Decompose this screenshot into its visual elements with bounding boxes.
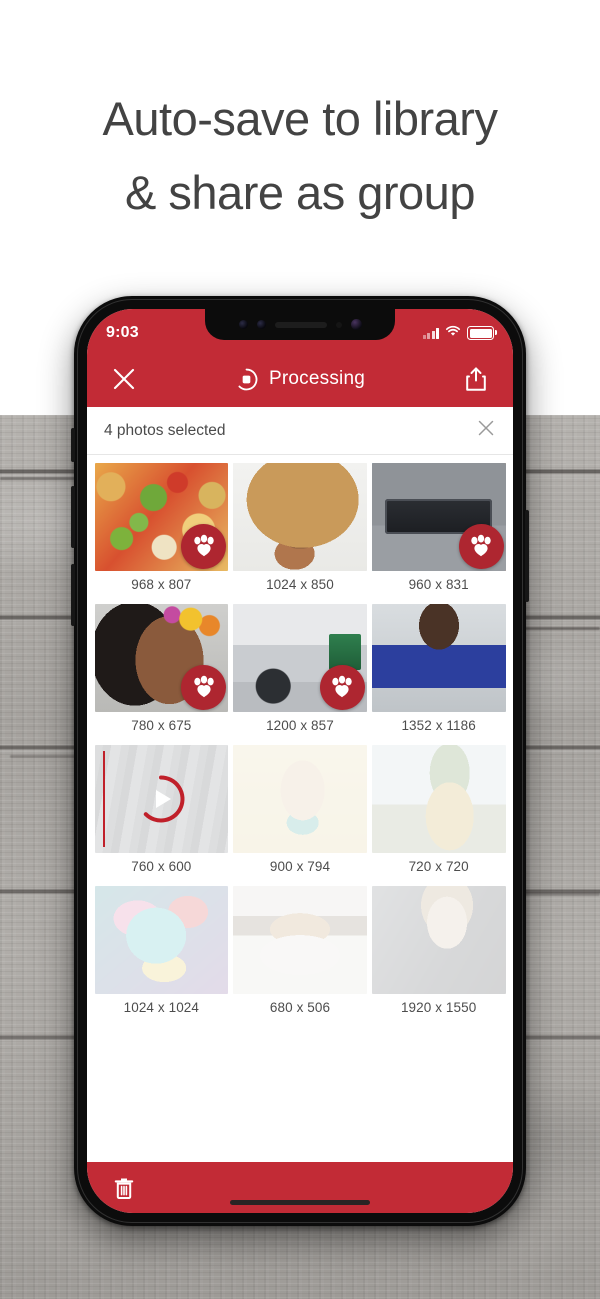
- play-icon: [144, 775, 185, 822]
- signal-bars-icon: [422, 327, 439, 339]
- play-button[interactable]: [135, 773, 187, 825]
- photo-cell[interactable]: 720 x 720: [369, 742, 508, 883]
- photo-dimensions-label: 1352 x 1186: [401, 717, 476, 733]
- photo-cell[interactable]: 1920 x 1550: [369, 883, 508, 1024]
- power-button[interactable]: [525, 510, 529, 602]
- photo-dimensions-label: 680 x 506: [269, 999, 331, 1015]
- photo-cell[interactable]: 760 x 600: [92, 742, 231, 883]
- share-button[interactable]: [439, 366, 513, 392]
- photo-thumbnail[interactable]: [94, 885, 229, 994]
- photo-thumbnail[interactable]: [233, 885, 367, 994]
- volume-up-button[interactable]: [71, 486, 75, 548]
- selection-bar: 4 photos selected: [87, 407, 513, 455]
- photo-image: [233, 462, 367, 571]
- processing-status: Processing: [161, 368, 439, 391]
- status-bar-time: 9:03: [106, 324, 139, 341]
- paw-badge: [181, 523, 227, 569]
- photo-thumbnail[interactable]: [94, 603, 229, 712]
- photo-cell[interactable]: 1024 x 1024: [92, 883, 231, 1024]
- volume-down-button[interactable]: [71, 564, 75, 626]
- app-title: Processing: [269, 368, 365, 389]
- photo-cell[interactable]: 968 x 807: [92, 460, 231, 601]
- photo-thumbnail[interactable]: [233, 462, 367, 571]
- phone-notch: [205, 309, 395, 340]
- photo-thumbnail[interactable]: [371, 885, 506, 994]
- photo-image: [371, 885, 506, 994]
- photo-cell[interactable]: 780 x 675: [92, 601, 231, 742]
- proximity-sensor-icon: [238, 320, 248, 329]
- close-button[interactable]: [87, 366, 161, 392]
- promo-screenshot: Auto-save to library & share as group 9:…: [0, 0, 600, 1299]
- bottom-toolbar: [87, 1162, 513, 1213]
- photo-dimensions-label: 900 x 794: [269, 858, 331, 874]
- photo-image: [94, 885, 229, 994]
- close-icon: [113, 368, 135, 390]
- close-icon: [478, 420, 494, 436]
- phone-screen: 9:03 Processing 4 photos selected 968 x …: [87, 309, 513, 1213]
- photo-grid[interactable]: 968 x 807 1024 x 850 960 x 831 780 x 675 120…: [87, 455, 513, 1162]
- earpiece-speaker: [274, 321, 327, 328]
- selection-count-label: 4 photos selected: [104, 421, 226, 439]
- video-progress-line: [102, 750, 105, 847]
- delete-button[interactable]: [87, 1176, 161, 1200]
- photo-dimensions-label: 720 x 720: [408, 858, 469, 874]
- front-camera-icon: [350, 319, 362, 330]
- photo-image: [233, 744, 367, 853]
- photo-thumbnail[interactable]: [371, 744, 506, 853]
- photo-cell[interactable]: 900 x 794: [231, 742, 370, 883]
- photo-cell[interactable]: 1200 x 857: [231, 601, 370, 742]
- photo-thumbnail[interactable]: [94, 462, 229, 571]
- photo-thumbnail[interactable]: [233, 744, 367, 853]
- photo-image: [233, 885, 367, 994]
- paw-print-icon: [332, 675, 353, 698]
- status-bar-indicators: [422, 324, 497, 342]
- app-header: Processing: [87, 351, 513, 407]
- photo-cell[interactable]: 1024 x 850: [231, 460, 370, 601]
- paw-badge: [458, 523, 504, 569]
- photo-dimensions-label: 1200 x 857: [266, 717, 334, 733]
- battery-icon: [467, 326, 497, 340]
- ambient-light-sensor-icon: [335, 321, 342, 328]
- photo-cell[interactable]: 680 x 506: [231, 883, 370, 1024]
- paw-print-icon: [193, 675, 214, 698]
- photo-cell[interactable]: 960 x 831: [369, 460, 508, 601]
- ir-camera-icon: [256, 320, 266, 329]
- share-icon: [466, 367, 486, 391]
- wifi-icon: [445, 324, 461, 342]
- mute-switch[interactable]: [71, 428, 75, 462]
- photo-thumbnail[interactable]: [94, 744, 229, 853]
- trash-icon: [114, 1178, 134, 1199]
- paw-badge: [319, 664, 365, 710]
- stop-processing-icon: [238, 368, 258, 390]
- photo-dimensions-label: 1024 x 1024: [123, 999, 200, 1015]
- photo-thumbnail[interactable]: [233, 603, 367, 712]
- photo-image: [371, 603, 506, 712]
- photo-thumbnail[interactable]: [371, 603, 506, 712]
- photo-dimensions-label: 968 x 807: [131, 576, 192, 592]
- photo-dimensions-label: 960 x 831: [408, 576, 469, 592]
- photo-dimensions-label: 760 x 600: [131, 858, 192, 874]
- clear-selection-button[interactable]: [476, 418, 496, 443]
- photo-cell[interactable]: 1352 x 1186: [369, 601, 508, 742]
- photo-thumbnail[interactable]: [371, 462, 506, 571]
- photo-dimensions-label: 1920 x 1550: [400, 999, 477, 1015]
- phone-mockup: 9:03 Processing 4 photos selected 968 x …: [71, 296, 529, 1226]
- paw-print-icon: [193, 534, 214, 557]
- paw-print-icon: [471, 534, 491, 557]
- home-indicator: [230, 1200, 370, 1205]
- photo-dimensions-label: 780 x 675: [131, 717, 192, 733]
- page-title: Auto-save to library & share as group: [102, 92, 498, 219]
- paw-badge: [181, 664, 227, 710]
- photo-image: [371, 744, 506, 853]
- photo-dimensions-label: 1024 x 850: [266, 576, 334, 592]
